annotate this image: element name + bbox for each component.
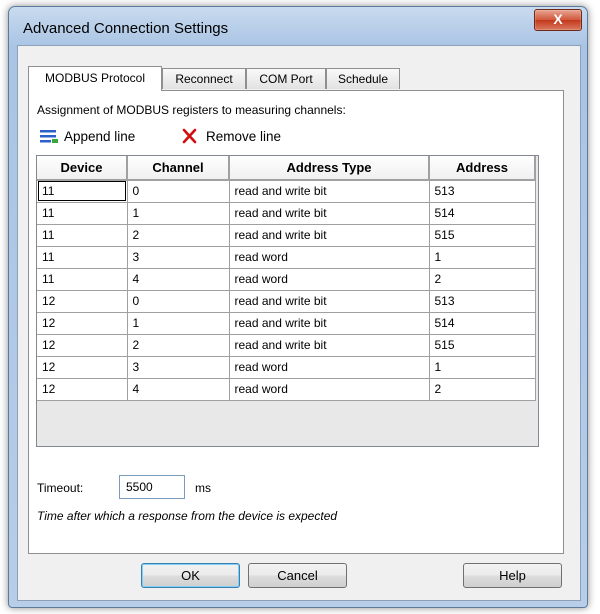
device-cell[interactable]: 11 <box>37 224 128 247</box>
timeout-hint: Time after which a response from the dev… <box>37 509 338 523</box>
modbus-protocol-panel: Assignment of MODBUS registers to measur… <box>28 90 564 554</box>
remove-line-label: Remove line <box>206 128 282 144</box>
append-line-label: Append line <box>64 128 136 144</box>
window-title: Advanced Connection Settings <box>23 20 229 37</box>
address-type-cell[interactable]: read and write bit <box>229 290 430 313</box>
column-header-device[interactable]: Device <box>37 156 128 181</box>
channel-cell[interactable]: 3 <box>127 246 230 269</box>
table-row[interactable]: 12 4 read word 2 <box>37 378 536 401</box>
device-cell[interactable]: 11 <box>37 246 128 269</box>
address-cell[interactable]: 514 <box>429 312 536 335</box>
address-cell[interactable]: 514 <box>429 202 536 225</box>
device-cell[interactable]: 12 <box>37 378 128 401</box>
table-row[interactable]: 11 1 read and write bit 514 <box>37 202 536 225</box>
channel-cell[interactable]: 1 <box>127 312 230 335</box>
table-row[interactable]: 12 1 read and write bit 514 <box>37 312 536 335</box>
address-cell[interactable]: 513 <box>429 290 536 313</box>
help-button[interactable]: Help <box>463 563 562 588</box>
address-type-cell[interactable]: read word <box>229 268 430 291</box>
address-type-cell[interactable]: read word <box>229 378 430 401</box>
address-cell[interactable]: 515 <box>429 224 536 247</box>
column-header-address[interactable]: Address <box>429 156 536 181</box>
address-cell[interactable]: 2 <box>429 378 536 401</box>
assignment-description: Assignment of MODBUS registers to measur… <box>37 103 346 117</box>
close-icon: X <box>553 11 563 27</box>
table-row[interactable]: 12 2 read and write bit 515 <box>37 334 536 357</box>
timeout-input[interactable]: 5500 <box>119 475 185 499</box>
table-row[interactable]: 11 3 read word 1 <box>37 246 536 269</box>
dialog-window: Advanced Connection Settings X MODBUS Pr… <box>8 6 588 608</box>
tab-com-port[interactable]: COM Port <box>246 68 326 89</box>
device-cell[interactable]: 11 <box>37 268 128 291</box>
address-cell[interactable]: 2 <box>429 268 536 291</box>
channel-cell[interactable]: 4 <box>127 268 230 291</box>
tab-modbus-protocol[interactable]: MODBUS Protocol <box>28 66 162 91</box>
address-type-cell[interactable]: read and write bit <box>229 180 430 203</box>
table-row[interactable]: 12 3 read word 1 <box>37 356 536 379</box>
device-cell[interactable]: 12 <box>37 312 128 335</box>
table-body: 11 0 read and write bit 513 11 1 read and writ… <box>37 180 536 401</box>
register-grid[interactable]: Device Channel Address Type Address 11 0 r… <box>36 155 539 447</box>
address-cell[interactable]: 515 <box>429 334 536 357</box>
remove-line-button[interactable]: Remove line <box>181 127 281 145</box>
address-type-cell[interactable]: read and write bit <box>229 312 430 335</box>
channel-cell[interactable]: 0 <box>127 290 230 313</box>
device-cell[interactable]: 11 <box>37 180 128 203</box>
address-type-cell[interactable]: read and write bit <box>229 224 430 247</box>
device-cell[interactable]: 12 <box>37 334 128 357</box>
channel-cell[interactable]: 4 <box>127 378 230 401</box>
address-cell[interactable]: 513 <box>429 180 536 203</box>
device-cell[interactable]: 11 <box>37 202 128 225</box>
address-cell[interactable]: 1 <box>429 356 536 379</box>
channel-cell[interactable]: 2 <box>127 224 230 247</box>
channel-cell[interactable]: 1 <box>127 202 230 225</box>
close-button[interactable]: X <box>534 9 582 31</box>
append-line-icon <box>40 130 58 143</box>
remove-line-icon <box>182 128 197 144</box>
register-table: Device Channel Address Type Address 11 0 r… <box>37 156 536 401</box>
device-cell[interactable]: 12 <box>37 356 128 379</box>
device-cell[interactable]: 12 <box>37 290 128 313</box>
cancel-button[interactable]: Cancel <box>248 563 347 588</box>
table-row[interactable]: 12 0 read and write bit 513 <box>37 290 536 313</box>
address-cell[interactable]: 1 <box>429 246 536 269</box>
title-bar[interactable]: Advanced Connection Settings X <box>9 7 587 45</box>
address-type-cell[interactable]: read and write bit <box>229 202 430 225</box>
dialog-client-area: MODBUS Protocol Reconnect COM Port Sched… <box>17 45 581 601</box>
append-line-button[interactable]: Append line <box>39 127 135 145</box>
address-type-cell[interactable]: read word <box>229 356 430 379</box>
tab-schedule[interactable]: Schedule <box>326 68 400 89</box>
table-row[interactable]: 11 4 read word 2 <box>37 268 536 291</box>
timeout-unit: ms <box>195 481 211 495</box>
channel-cell[interactable]: 0 <box>127 180 230 203</box>
table-header-row: Device Channel Address Type Address <box>37 156 536 181</box>
tab-reconnect[interactable]: Reconnect <box>162 68 246 89</box>
channel-cell[interactable]: 3 <box>127 356 230 379</box>
timeout-label: Timeout: <box>37 481 84 495</box>
address-type-cell[interactable]: read and write bit <box>229 334 430 357</box>
column-header-address-type[interactable]: Address Type <box>229 156 430 181</box>
address-type-cell[interactable]: read word <box>229 246 430 269</box>
table-row[interactable]: 11 0 read and write bit 513 <box>37 180 536 203</box>
table-row[interactable]: 11 2 read and write bit 515 <box>37 224 536 247</box>
channel-cell[interactable]: 2 <box>127 334 230 357</box>
ok-button[interactable]: OK <box>141 563 240 588</box>
column-header-channel[interactable]: Channel <box>127 156 230 181</box>
